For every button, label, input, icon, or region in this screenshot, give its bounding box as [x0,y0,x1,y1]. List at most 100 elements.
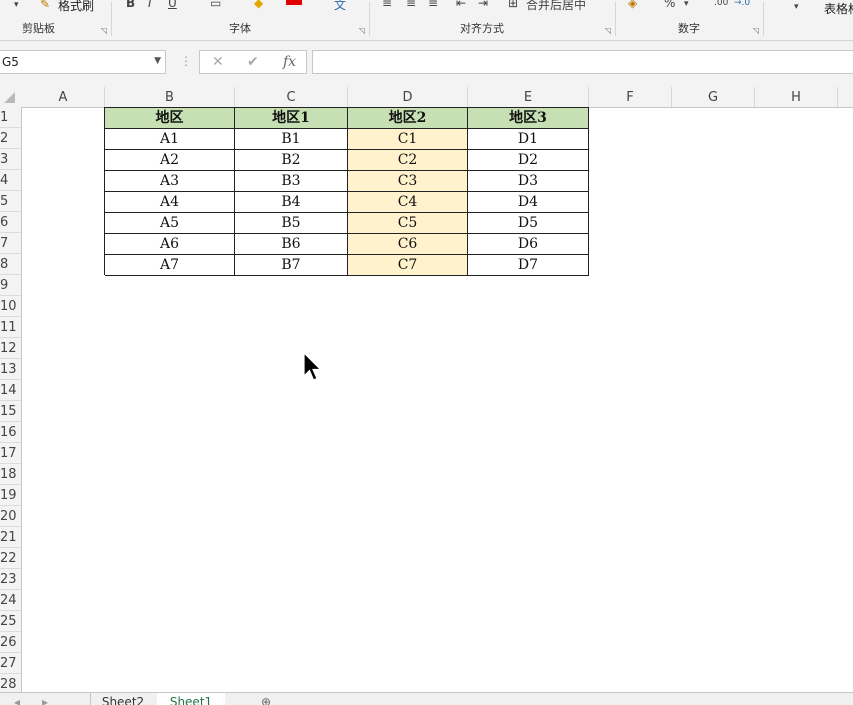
scroll-tabs-left-icon[interactable]: ◂ [10,693,24,705]
phonetic-icon[interactable]: 文 [334,0,346,13]
column-header-h[interactable]: H [755,87,838,107]
underline-icon[interactable]: U [168,0,177,10]
enter-icon[interactable]: ✔ [247,54,259,70]
row-header[interactable]: 28 [0,674,21,692]
align-center-icon[interactable]: ≡ [406,0,416,10]
tab-sheet1[interactable]: Sheet1 [157,693,225,705]
bold-icon[interactable]: B [126,0,135,10]
table-cell[interactable]: C3 [348,171,468,192]
add-sheet-icon[interactable]: ⊕ [256,693,276,705]
header-cell-e1[interactable]: 地区3 [468,108,589,129]
table-cell[interactable]: D2 [468,150,589,171]
table-cell[interactable]: D6 [468,234,589,255]
table-cell[interactable]: B6 [235,234,348,255]
row-header[interactable]: 21 [0,527,21,548]
table-cell[interactable]: A6 [105,234,235,255]
row-header[interactable]: 18 [0,464,21,485]
column-header-g[interactable]: G [672,87,755,107]
table-cell[interactable]: B5 [235,213,348,234]
indent-decrease-icon[interactable]: ⇤ [456,0,466,10]
insert-function-icon[interactable]: fx [283,54,296,70]
table-cell[interactable]: A7 [105,255,235,276]
table-cell[interactable]: C4 [348,192,468,213]
table-cell[interactable]: D3 [468,171,589,192]
table-cell[interactable]: A2 [105,150,235,171]
row-header[interactable]: 26 [0,632,21,653]
row-header[interactable]: 7 [0,233,21,254]
decimal-decrease-icon[interactable]: →.0 [734,0,750,8]
table-cell[interactable]: B4 [235,192,348,213]
row-header[interactable]: 19 [0,485,21,506]
scroll-tabs-right-icon[interactable]: ▸ [38,693,52,705]
row-header[interactable]: 2 [0,128,21,149]
table-cell[interactable]: A3 [105,171,235,192]
row-header[interactable]: 3 [0,149,21,170]
table-cell[interactable]: D1 [468,129,589,150]
font-color-icon[interactable] [286,0,302,5]
border-icon[interactable]: ▭ [210,0,221,10]
row-header[interactable]: 20 [0,506,21,527]
cancel-icon[interactable]: ✕ [212,54,224,70]
table-cell[interactable]: A5 [105,213,235,234]
indent-increase-icon[interactable]: ⇥ [478,0,488,10]
currency-icon[interactable]: ◈ [628,0,637,10]
formula-bar-grip-icon[interactable]: ⋮ [180,54,192,68]
worksheet-grid[interactable]: 地区 地区1 地区2 地区3 A1 B1 C1 D1 A2 B2 C2 D2 A… [22,107,853,692]
row-header[interactable]: 12 [0,338,21,359]
row-header[interactable]: 8 [0,254,21,275]
header-cell-b1[interactable]: 地区 [105,108,235,129]
table-cell[interactable]: B2 [235,150,348,171]
row-header[interactable]: 10 [0,296,21,317]
alignment-launcher-icon[interactable]: ◹ [605,26,611,35]
column-header-f[interactable]: F [589,87,672,107]
row-header[interactable]: 13 [0,359,21,380]
table-cell[interactable]: B7 [235,255,348,276]
align-left-icon[interactable]: ≡ [382,0,392,10]
table-cell[interactable]: C5 [348,213,468,234]
table-cell[interactable]: C7 [348,255,468,276]
merge-center-button[interactable]: 合并后居中 [526,0,586,13]
table-cell[interactable]: B3 [235,171,348,192]
header-cell-d1[interactable]: 地区2 [348,108,468,129]
row-header[interactable]: 27 [0,653,21,674]
row-header[interactable]: 5 [0,191,21,212]
row-header[interactable]: 1 [0,107,21,128]
table-cell[interactable]: B1 [235,129,348,150]
row-header[interactable]: 22 [0,548,21,569]
column-header-c[interactable]: C [235,87,348,107]
table-cell[interactable]: C1 [348,129,468,150]
decimal-increase-icon[interactable]: .00 [714,0,728,8]
name-box-dropdown-icon[interactable]: ▼ [154,56,161,66]
percent-button[interactable]: % [664,0,675,10]
row-header[interactable]: 16 [0,422,21,443]
row-header[interactable]: 11 [0,317,21,338]
number-launcher-icon[interactable]: ◹ [753,26,759,35]
table-cell[interactable]: D4 [468,192,589,213]
merge-center-icon[interactable]: ⊞ [508,0,518,10]
clipboard-launcher-icon[interactable]: ◹ [101,26,107,35]
select-all-icon[interactable] [4,92,15,103]
fill-color-icon[interactable]: ◆ [254,0,263,10]
column-header-b[interactable]: B [105,87,235,107]
paste-dropdown-icon[interactable]: ▾ [14,0,19,10]
conditional-format-dropdown-icon[interactable]: ▾ [794,2,799,12]
row-header[interactable]: 25 [0,611,21,632]
row-header[interactable]: 24 [0,590,21,611]
comma-dropdown-icon[interactable]: ▾ [684,0,689,9]
column-header-d[interactable]: D [348,87,468,107]
column-header-a[interactable]: A [22,87,105,107]
name-box[interactable]: G5 ▼ [0,50,166,74]
row-header[interactable]: 23 [0,569,21,590]
column-header-e[interactable]: E [468,87,589,107]
row-header[interactable]: 14 [0,380,21,401]
formula-input[interactable] [312,50,853,74]
table-cell[interactable]: C2 [348,150,468,171]
table-cell[interactable]: A1 [105,129,235,150]
tab-sheet2[interactable]: Sheet2 [90,693,155,705]
table-cell[interactable]: D5 [468,213,589,234]
italic-icon[interactable]: I [148,0,152,10]
table-cell[interactable]: D7 [468,255,589,276]
format-painter-icon[interactable]: ✎ [40,0,50,11]
table-cell[interactable]: A4 [105,192,235,213]
row-header[interactable]: 4 [0,170,21,191]
